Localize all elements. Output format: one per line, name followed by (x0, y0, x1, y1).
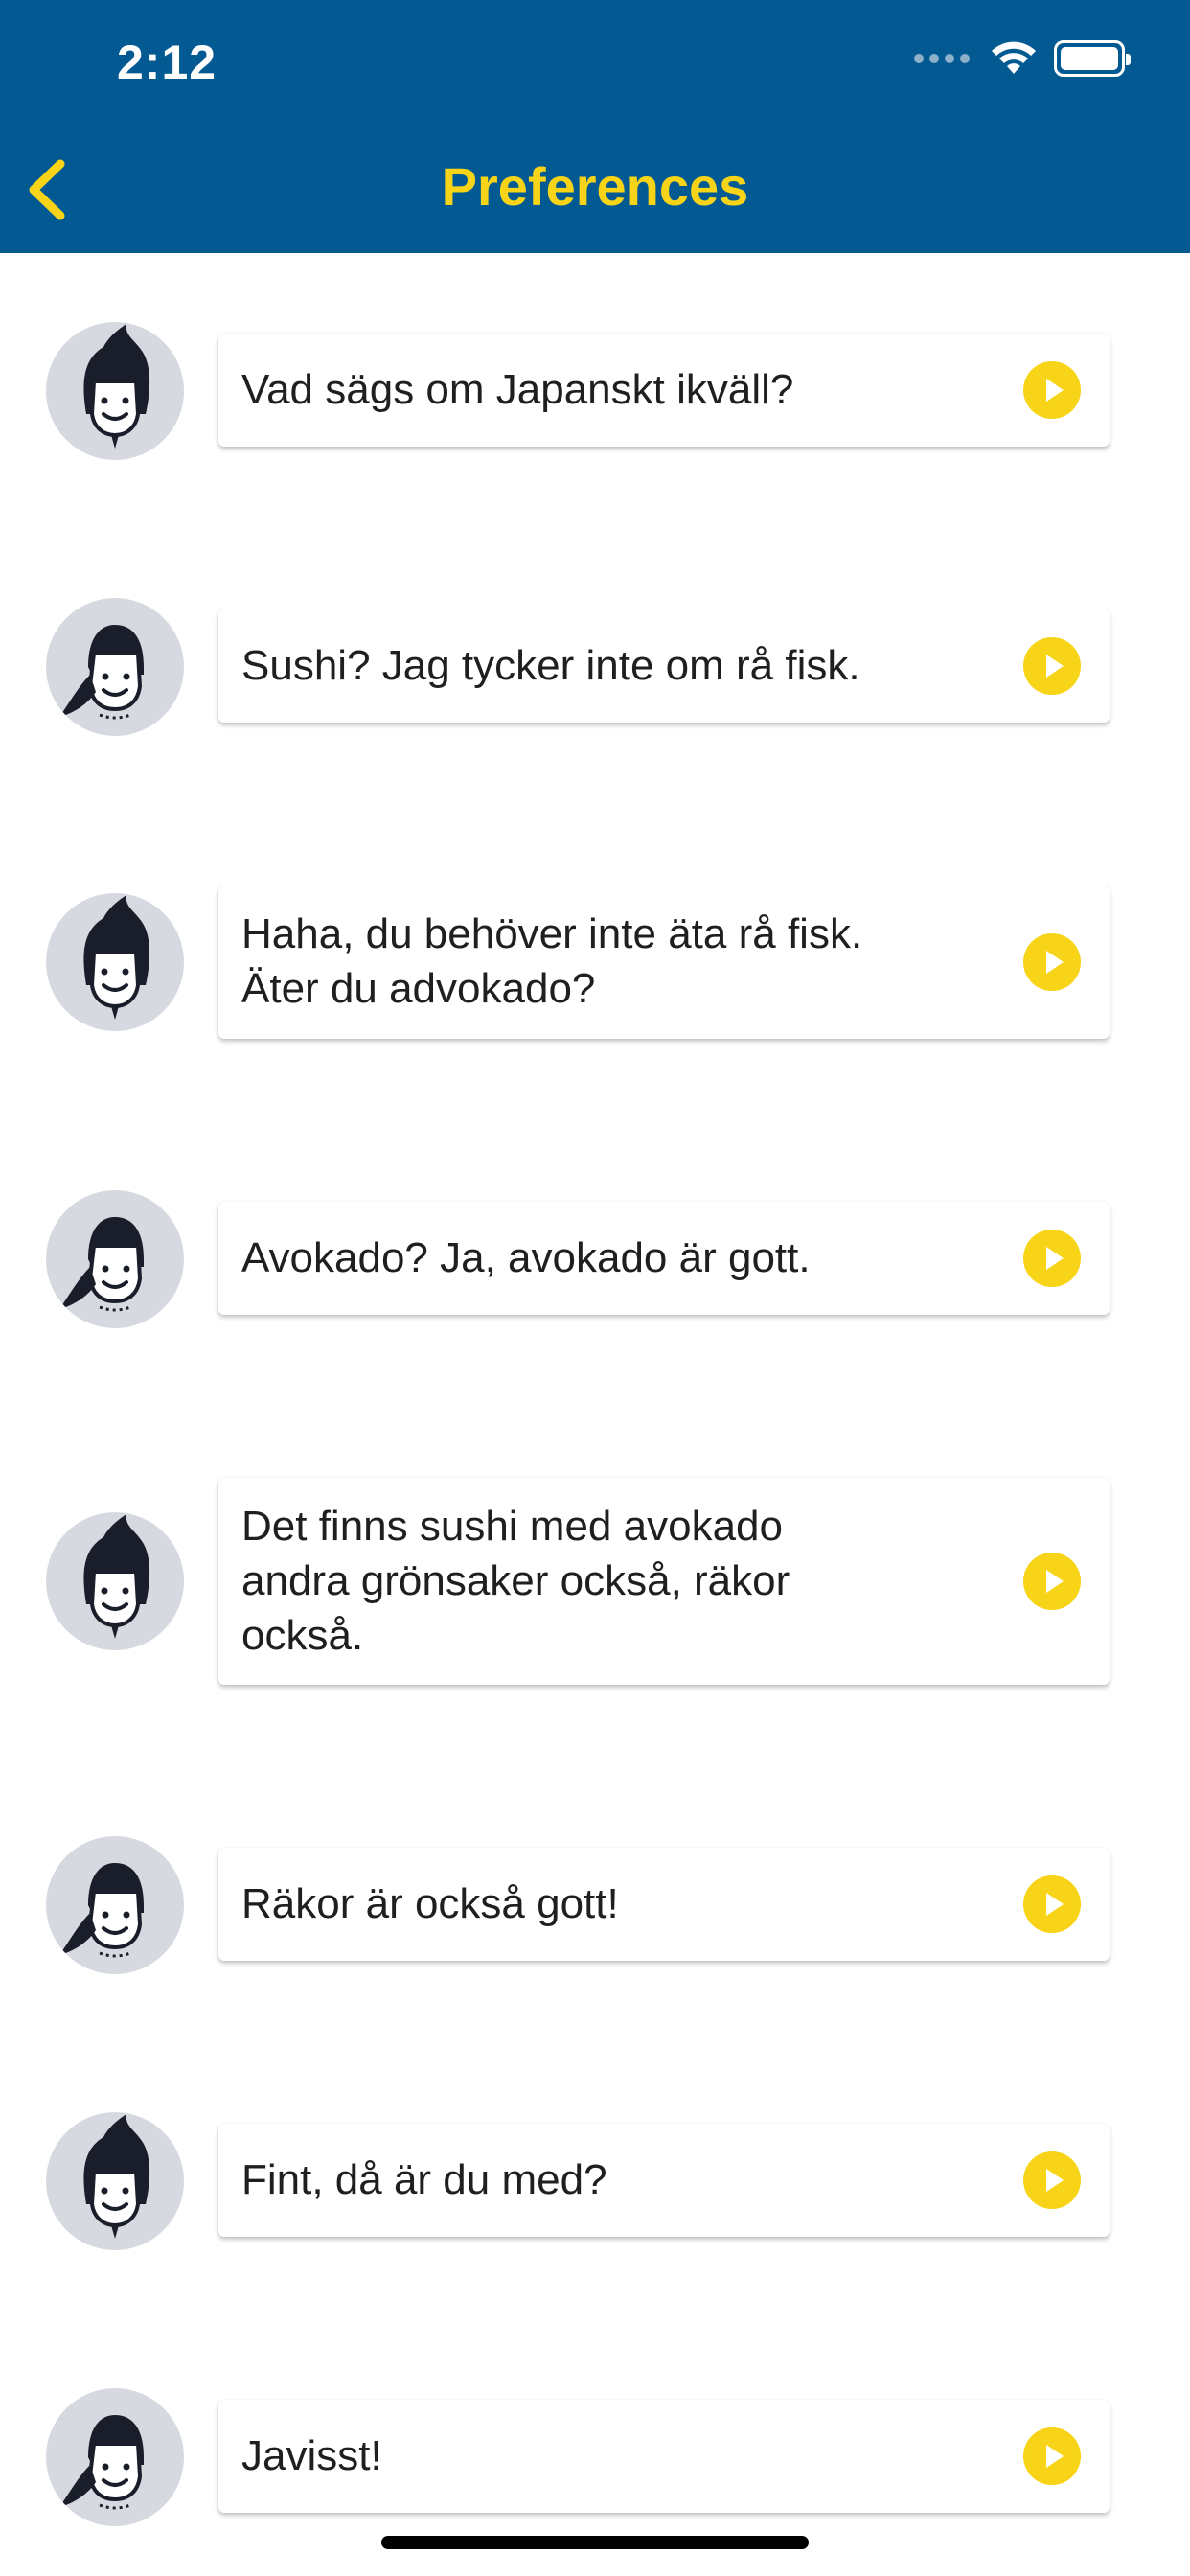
message-text: Avokado? Ja, avokado är gott. (241, 1234, 811, 1281)
avatar-person-b (46, 1836, 184, 1974)
play-audio-button[interactable] (1023, 933, 1081, 991)
message-bubble: Haha, du behöver inte äta rå fisk. Äter … (218, 886, 1110, 1039)
message-item: Fint, då är du med? (0, 2112, 1190, 2250)
message-item: Det finns sushi med avokado andra grönsa… (0, 1478, 1190, 1685)
battery-icon (1054, 40, 1131, 77)
message-bubble: Räkor är också gott! (218, 1848, 1110, 1961)
status-time: 2:12 (117, 35, 217, 89)
message-bubble: Avokado? Ja, avokado är gott. (218, 1202, 1110, 1315)
message-text: Vad sägs om Japanskt ikväll? (241, 366, 794, 413)
play-audio-button[interactable] (1023, 361, 1081, 419)
avatar-person-b (46, 598, 184, 736)
message-text: Sushi? Jag tycker inte om rå fisk. (241, 642, 860, 689)
avatar-person-b (46, 2388, 184, 2526)
message-item: Avokado? Ja, avokado är gott. (0, 1190, 1190, 1328)
message-text: Det finns sushi med avokado andra grönsa… (241, 1503, 790, 1659)
message-text: Fint, då är du med? (241, 2156, 607, 2203)
avatar-person-a (46, 322, 184, 460)
play-audio-button[interactable] (1023, 1230, 1081, 1287)
page-title: Preferences (441, 156, 749, 217)
avatar-person-b (46, 1190, 184, 1328)
message-bubble: Fint, då är du med? (218, 2124, 1110, 2237)
avatar-person-a (46, 1512, 184, 1650)
play-audio-button[interactable] (1023, 2427, 1081, 2485)
play-audio-button[interactable] (1023, 2151, 1081, 2209)
play-audio-button[interactable] (1023, 1552, 1081, 1610)
message-bubble: Sushi? Jag tycker inte om rå fisk. (218, 610, 1110, 723)
play-audio-button[interactable] (1023, 1875, 1081, 1933)
avatar-person-a (46, 2112, 184, 2250)
message-bubble: Det finns sushi med avokado andra grönsa… (218, 1478, 1110, 1685)
message-text: Räkor är också gott! (241, 1880, 619, 1927)
navigation-header: 2:12 Preferences (0, 0, 1190, 253)
avatar-person-a (46, 893, 184, 1031)
message-text: Javisst! (241, 2432, 382, 2479)
cellular-signal-icon (914, 54, 970, 63)
dialogue-screen: 2:12 Preferences Vad sägs om Japanskt ik… (0, 0, 1190, 2576)
message-bubble: Vad sägs om Japanskt ikväll? (218, 334, 1110, 447)
status-indicators (914, 40, 1131, 77)
message-item: Räkor är också gott! (0, 1836, 1190, 1974)
wifi-icon (992, 41, 1036, 74)
home-indicator[interactable] (381, 2536, 809, 2549)
message-text: Haha, du behöver inte äta rå fisk. Äter … (241, 910, 863, 1012)
play-audio-button[interactable] (1023, 637, 1081, 695)
message-item: Haha, du behöver inte äta rå fisk. Äter … (0, 886, 1190, 1039)
message-bubble: Javisst! (218, 2400, 1110, 2513)
message-item: Javisst! (0, 2388, 1190, 2526)
message-item: Vad sägs om Japanskt ikväll? (0, 322, 1190, 460)
message-item: Sushi? Jag tycker inte om rå fisk. (0, 598, 1190, 736)
